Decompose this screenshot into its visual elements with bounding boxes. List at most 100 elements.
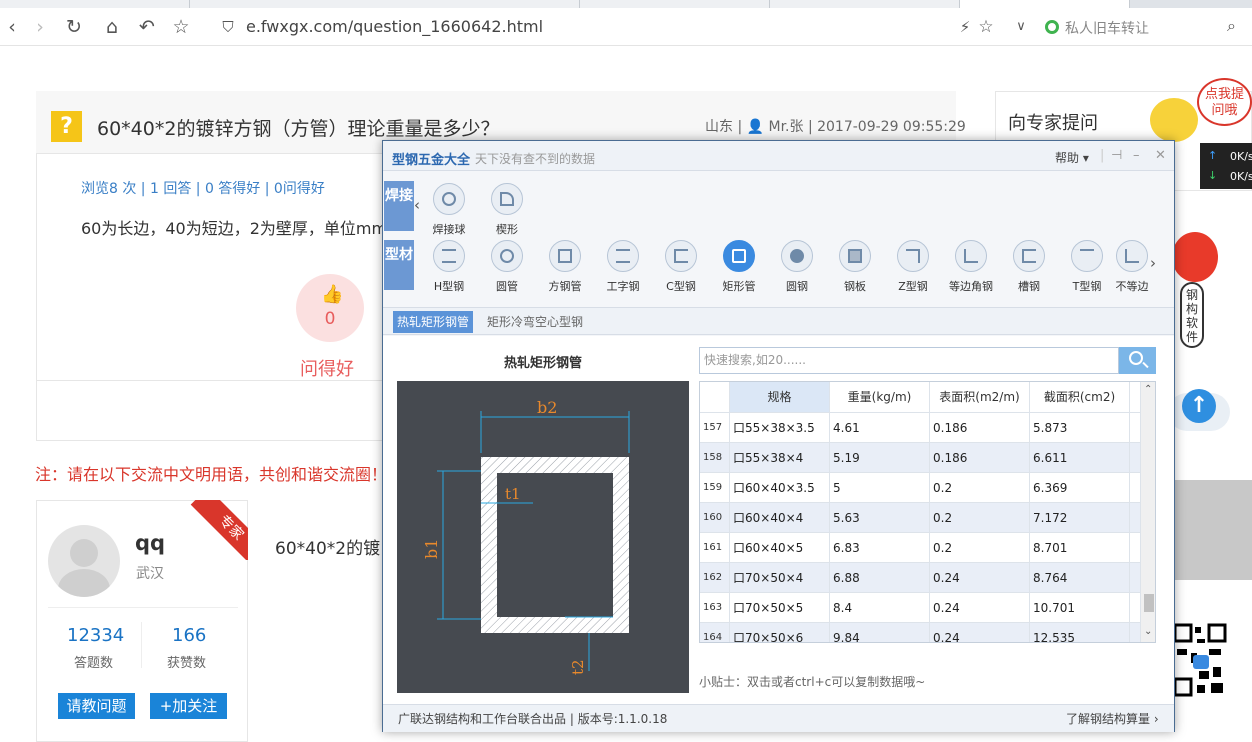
tool-wedge[interactable]: 楔形 (478, 183, 536, 237)
table-cell-area[interactable]: 8.764 (1030, 563, 1130, 593)
undo-icon[interactable]: ↶ (135, 15, 159, 39)
table-row[interactable]: 157 口55×38×3.5 4.61 0.186 5.873 (700, 412, 1140, 443)
table-cell-weight[interactable]: 5.19 (830, 443, 930, 473)
table-cell-spec[interactable]: 口70×50×4 (730, 563, 830, 593)
table-cell-idx[interactable]: 160 (700, 503, 730, 533)
table-cell-spec[interactable]: 口60×40×4 (730, 503, 830, 533)
table-row[interactable]: 163 口70×50×5 8.4 0.24 10.701 (700, 592, 1140, 623)
table-cell-idx[interactable]: 161 (700, 533, 730, 563)
table-cell-surface[interactable]: 0.2 (930, 533, 1030, 563)
table-cell-surface[interactable]: 0.24 (930, 593, 1030, 623)
bookmark-star-icon[interactable]: ☆ (974, 15, 998, 39)
table-cell-idx[interactable]: 157 (700, 413, 730, 443)
tool-round-bar[interactable]: 圆钢 (768, 240, 826, 294)
learn-more-link[interactable]: 了解钢结构算量 › (1066, 710, 1159, 727)
table-cell-surface[interactable]: 0.2 (930, 503, 1030, 533)
table-cell-spec[interactable]: 口60×40×5 (730, 533, 830, 563)
table-scrollbar[interactable]: ⌃ ⌄ (1140, 382, 1155, 642)
col-area[interactable]: 截面积(cm2) (1030, 382, 1130, 412)
table-row[interactable]: 161 口60×40×5 6.83 0.2 8.701 (700, 532, 1140, 563)
subtab-cold-formed[interactable]: 矩形冷弯空心型钢 (483, 311, 587, 333)
quick-search-button[interactable] (1119, 347, 1156, 374)
help-menu[interactable]: 帮助 ▾ (1055, 149, 1089, 166)
chevron-right-icon[interactable]: › (1150, 254, 1156, 272)
like-button[interactable]: 👍 0 (296, 274, 364, 342)
ask-expert-title[interactable]: 向专家提问 (1008, 109, 1098, 135)
table-cell-weight[interactable]: 9.84 (830, 623, 930, 642)
table-cell-idx[interactable]: 162 (700, 563, 730, 593)
tool-square-pipe[interactable]: 方钢管 (536, 240, 594, 294)
minimize-icon[interactable]: – (1133, 148, 1140, 163)
table-cell-surface[interactable]: 0.186 (930, 413, 1030, 443)
tool-h-beam[interactable]: H型钢 (420, 240, 478, 294)
table-cell-area[interactable]: 6.611 (1030, 443, 1130, 473)
forward-icon[interactable]: › (28, 15, 52, 39)
table-cell-weight[interactable]: 5 (830, 473, 930, 503)
scroll-up-icon[interactable]: ⌃ (1144, 384, 1152, 395)
tool-equal-angle[interactable]: 等边角钢 (942, 240, 1000, 294)
ask-bubble[interactable]: 点我提问哦 (1197, 78, 1252, 126)
category-profiles[interactable]: 型材 (384, 240, 414, 290)
star-icon[interactable]: ☆ (169, 15, 193, 39)
browser-tab-active[interactable] (960, 0, 1130, 8)
subtab-hot-rolled[interactable]: 热轧矩形钢管 (393, 311, 474, 333)
follow-button[interactable]: +加关注 (150, 693, 227, 719)
table-cell-surface[interactable]: 0.186 (930, 443, 1030, 473)
table-cell-idx[interactable]: 163 (700, 593, 730, 623)
tool-weld-ball[interactable]: 焊接球 (420, 183, 478, 237)
search-icon[interactable]: ⌕ (1227, 16, 1236, 36)
quick-search-input[interactable]: 快速搜索,如20...... (699, 347, 1119, 374)
close-icon[interactable]: ✕ (1155, 148, 1166, 163)
table-cell-area[interactable]: 10.701 (1030, 593, 1130, 623)
tool-channel[interactable]: 槽钢 (1000, 240, 1058, 294)
table-row[interactable]: 160 口60×40×4 5.63 0.2 7.172 (700, 502, 1140, 533)
handshake-image[interactable] (1168, 480, 1252, 580)
pin-icon[interactable]: ⊣ (1111, 148, 1122, 163)
col-surface[interactable]: 表面积(m2/m) (930, 382, 1030, 412)
table-row[interactable]: 162 口70×50×4 6.88 0.24 8.764 (700, 562, 1140, 593)
tool-z-section[interactable]: Z型钢 (884, 240, 942, 294)
table-cell-weight[interactable]: 6.83 (830, 533, 930, 563)
table-cell-surface[interactable]: 0.2 (930, 473, 1030, 503)
tool-round-pipe[interactable]: 圆管 (478, 240, 536, 294)
table-cell-surface[interactable]: 0.24 (930, 623, 1030, 642)
table-cell-area[interactable]: 8.701 (1030, 533, 1130, 563)
table-row[interactable]: 158 口55×38×4 5.19 0.186 6.611 (700, 442, 1140, 473)
user-name[interactable]: qq (135, 531, 165, 555)
category-weld[interactable]: 焊接 (384, 181, 414, 231)
table-cell-area[interactable]: 7.172 (1030, 503, 1130, 533)
tool-t-section[interactable]: T型钢 (1058, 240, 1116, 294)
table-cell-idx[interactable]: 158 (700, 443, 730, 473)
browser-tab[interactable] (580, 0, 770, 8)
question-stats[interactable]: 浏览8 次 | 1 回答 | 0 答得好 | 0问得好 (81, 178, 325, 198)
table-cell-spec[interactable]: 口60×40×3.5 (730, 473, 830, 503)
address-bar[interactable]: e.fwxgx.com/question_1660642.html (246, 17, 543, 37)
scroll-thumb[interactable] (1144, 594, 1154, 612)
table-cell-area[interactable]: 6.369 (1030, 473, 1130, 503)
table-cell-weight[interactable]: 5.63 (830, 503, 930, 533)
table-cell-spec[interactable]: 口55×38×3.5 (730, 413, 830, 443)
table-row[interactable]: 159 口60×40×3.5 5 0.2 6.369 (700, 472, 1140, 503)
table-cell-area[interactable]: 5.873 (1030, 413, 1130, 443)
back-icon[interactable]: ‹ (0, 15, 24, 39)
table-cell-idx[interactable]: 164 (700, 623, 730, 642)
tool-rect-pipe[interactable]: 矩形管 (710, 240, 768, 294)
table-cell-area[interactable]: 12.535 (1030, 623, 1130, 642)
refresh-icon[interactable]: ↻ (62, 15, 86, 39)
table-cell-spec[interactable]: 口70×50×6 (730, 623, 830, 642)
tool-unequal-angle[interactable]: 不等边 (1112, 240, 1152, 294)
browser-tab[interactable] (190, 0, 580, 8)
table-cell-weight[interactable]: 8.4 (830, 593, 930, 623)
col-spec[interactable]: 规格 (730, 382, 830, 412)
browser-tab[interactable] (770, 0, 960, 8)
browser-search[interactable]: 私人旧车转让 ⌕ (1037, 14, 1247, 40)
col-weight[interactable]: 重量(kg/m) (830, 382, 930, 412)
avatar[interactable] (48, 525, 120, 597)
chevron-down-icon[interactable]: ∨ (1009, 15, 1033, 39)
table-cell-weight[interactable]: 6.88 (830, 563, 930, 593)
table-cell-surface[interactable]: 0.24 (930, 563, 1030, 593)
browser-tab[interactable] (0, 0, 190, 8)
table-cell-spec[interactable]: 口55×38×4 (730, 443, 830, 473)
table-cell-spec[interactable]: 口70×50×5 (730, 593, 830, 623)
table-cell-idx[interactable]: 159 (700, 473, 730, 503)
